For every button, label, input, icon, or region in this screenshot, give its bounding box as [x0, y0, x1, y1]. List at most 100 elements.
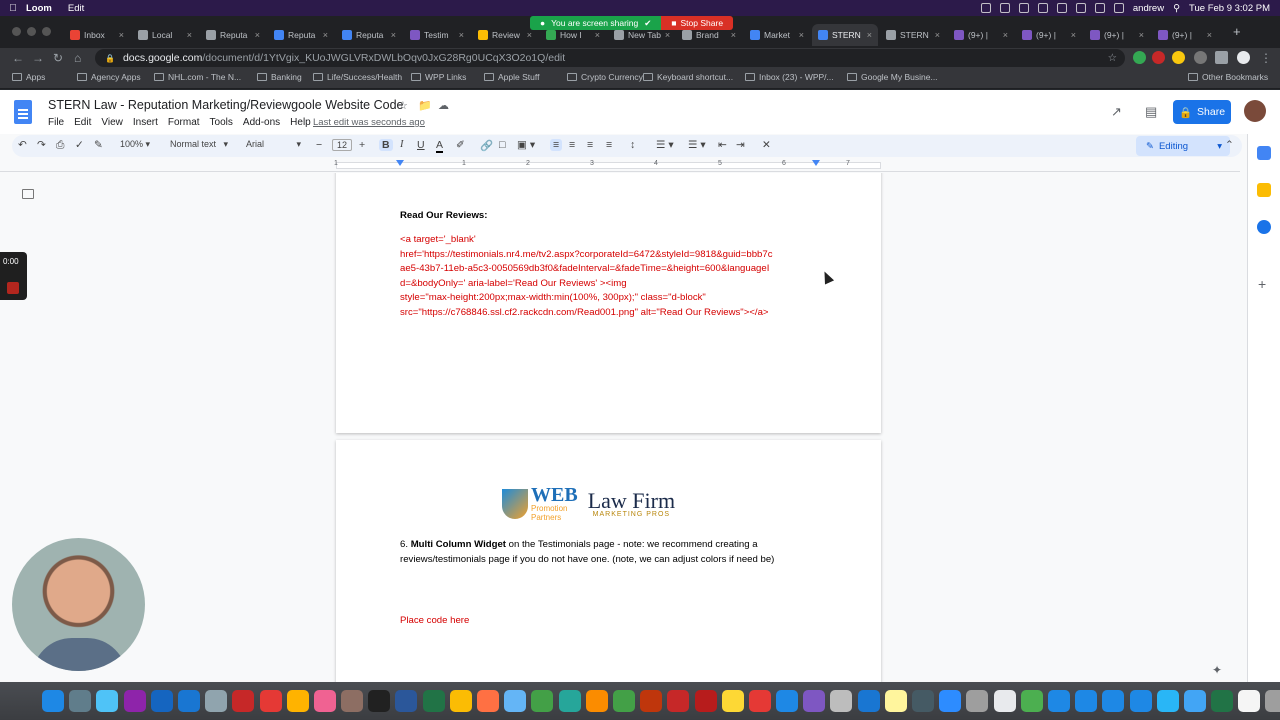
dock-app-icon[interactable]: [368, 690, 391, 712]
bulleted-list-icon[interactable]: ☰ ▾: [688, 139, 706, 151]
apple-icon[interactable]: : [0, 3, 26, 14]
increase-indent-icon[interactable]: ⇥: [736, 139, 745, 151]
font-size-increase[interactable]: +: [359, 139, 365, 151]
tasks-icon[interactable]: [1257, 220, 1271, 234]
dock-app-icon[interactable]: [449, 690, 472, 712]
star-icon[interactable]: ☆: [398, 99, 408, 112]
dock-app-icon[interactable]: [395, 690, 418, 712]
align-center-icon[interactable]: ≡: [569, 139, 575, 151]
print-icon[interactable]: ⎙: [56, 139, 64, 152]
document-page-1[interactable]: Read Our Reviews: <a target='_blank' href…: [336, 173, 881, 433]
insert-image-icon[interactable]: ▣ ▾: [517, 139, 535, 151]
back-icon[interactable]: ←: [12, 51, 24, 65]
redo-icon[interactable]: ↷: [37, 139, 46, 151]
browser-tab[interactable]: Reputa ×: [336, 24, 402, 46]
dock-app-icon[interactable]: [1156, 690, 1179, 712]
status-icon-4[interactable]: [1037, 3, 1048, 13]
zoom-select[interactable]: 100% ▾: [120, 139, 150, 150]
menu-edit[interactable]: Edit: [74, 117, 91, 128]
dock-app-icon[interactable]: [232, 690, 255, 712]
bookmark-item[interactable]: Keyboard shortcut...: [643, 72, 733, 82]
extensions-puzzle-icon[interactable]: [1215, 51, 1228, 64]
dock-app-icon[interactable]: [966, 690, 989, 712]
tab-close-icon[interactable]: ×: [595, 30, 600, 40]
tab-close-icon[interactable]: ×: [1071, 30, 1076, 40]
calendar-icon[interactable]: [1257, 146, 1271, 160]
lock-icon[interactable]: 🔒: [105, 54, 115, 63]
numbered-list-icon[interactable]: ☰ ▾: [656, 139, 674, 151]
window-zoom-button[interactable]: [42, 27, 51, 36]
status-icon-1[interactable]: [980, 3, 991, 13]
document-title[interactable]: STERN Law - Reputation Marketing/Reviewg…: [48, 98, 404, 112]
account-avatar[interactable]: [1244, 100, 1266, 122]
docs-logo-icon[interactable]: [14, 100, 32, 124]
dock-app-icon[interactable]: [286, 690, 309, 712]
browser-tab[interactable]: Reputa ×: [200, 24, 266, 46]
dock-app-icon[interactable]: [1129, 690, 1152, 712]
collapse-menus-icon[interactable]: ⌃: [1225, 139, 1234, 151]
bookmark-item[interactable]: Life/Success/Health: [313, 72, 402, 82]
dock-app-icon[interactable]: [721, 690, 744, 712]
tab-close-icon[interactable]: ×: [935, 30, 940, 40]
dock-app-icon[interactable]: [504, 690, 527, 712]
app-menu-loom[interactable]: Loom: [26, 3, 52, 14]
menu-insert[interactable]: Insert: [133, 117, 158, 128]
right-indent-marker[interactable]: [812, 160, 820, 166]
activity-trend-icon[interactable]: ↗: [1111, 104, 1122, 120]
document-outline-icon[interactable]: [22, 189, 34, 199]
chrome-menu-icon[interactable]: ⋮: [1260, 51, 1272, 65]
bookmark-item[interactable]: Crypto Currency: [567, 72, 643, 82]
forward-icon[interactable]: →: [32, 51, 44, 65]
reload-icon[interactable]: ↻: [53, 51, 63, 65]
document-canvas[interactable]: Read Our Reviews: <a target='_blank' href…: [0, 173, 1240, 682]
dock-app-icon[interactable]: [1047, 690, 1070, 712]
other-bookmarks[interactable]: Other Bookmarks: [1188, 72, 1268, 82]
menu-help[interactable]: Help: [290, 117, 311, 128]
volume-icon[interactable]: [1056, 3, 1067, 13]
bookmark-item[interactable]: Apple Stuff: [484, 72, 539, 82]
add-comment-icon[interactable]: □: [499, 139, 505, 151]
menu-edit[interactable]: Edit: [68, 3, 84, 14]
browser-tab[interactable]: Reputa ×: [268, 24, 334, 46]
dock-app-icon[interactable]: [150, 690, 173, 712]
extension-icon-2[interactable]: [1152, 51, 1165, 64]
menu-format[interactable]: Format: [168, 117, 200, 128]
last-edit-link[interactable]: Last edit was seconds ago: [313, 117, 425, 128]
dock-app-icon[interactable]: [313, 690, 336, 712]
explore-icon[interactable]: ✦: [1212, 663, 1222, 677]
dock-app-icon[interactable]: [694, 690, 717, 712]
menubar-user[interactable]: andrew: [1133, 3, 1164, 14]
menu-view[interactable]: View: [101, 117, 123, 128]
menu-add-ons[interactable]: Add-ons: [243, 117, 280, 128]
menu-file[interactable]: File: [48, 117, 64, 128]
bookmark-item[interactable]: Inbox (23) - WPP/...: [745, 72, 834, 82]
battery-icon[interactable]: [1094, 3, 1105, 13]
embed-code-block[interactable]: <a target='_blank' href='https://testimon…: [400, 233, 820, 321]
status-icon-3[interactable]: [1018, 3, 1029, 13]
window-minimize-button[interactable]: [27, 27, 36, 36]
bold-button[interactable]: B: [379, 139, 393, 151]
comments-icon[interactable]: ▤: [1145, 104, 1157, 120]
dock-app-icon[interactable]: [776, 690, 799, 712]
tab-close-icon[interactable]: ×: [867, 30, 872, 40]
font-size-decrease[interactable]: −: [316, 139, 322, 151]
dock-app-icon[interactable]: [205, 690, 228, 712]
document-page-2[interactable]: WEB Promotion Partners Law Firm MARKETIN…: [336, 440, 881, 682]
tab-close-icon[interactable]: ×: [1207, 30, 1212, 40]
clear-formatting-icon[interactable]: ✕: [762, 139, 771, 151]
link-icon[interactable]: 🔗: [480, 139, 493, 152]
dock-app-icon[interactable]: [531, 690, 554, 712]
tab-close-icon[interactable]: ×: [665, 30, 670, 40]
dock-app-icon[interactable]: [612, 690, 635, 712]
undo-icon[interactable]: ↶: [18, 139, 27, 151]
bookmark-item[interactable]: Agency Apps: [77, 72, 141, 82]
bookmark-item[interactable]: NHL.com - The N...: [154, 72, 241, 82]
browser-tab[interactable]: (9+) | ×: [948, 24, 1014, 46]
dock-app-icon[interactable]: [42, 690, 64, 712]
text-color-button[interactable]: A: [436, 139, 444, 153]
browser-tab[interactable]: (9+) | ×: [1152, 24, 1218, 46]
tab-close-icon[interactable]: ×: [119, 30, 124, 40]
bookmark-star-icon[interactable]: ☆: [1108, 52, 1117, 64]
dock-app-icon[interactable]: [803, 690, 826, 712]
bookmark-item[interactable]: WPP Links: [411, 72, 466, 82]
